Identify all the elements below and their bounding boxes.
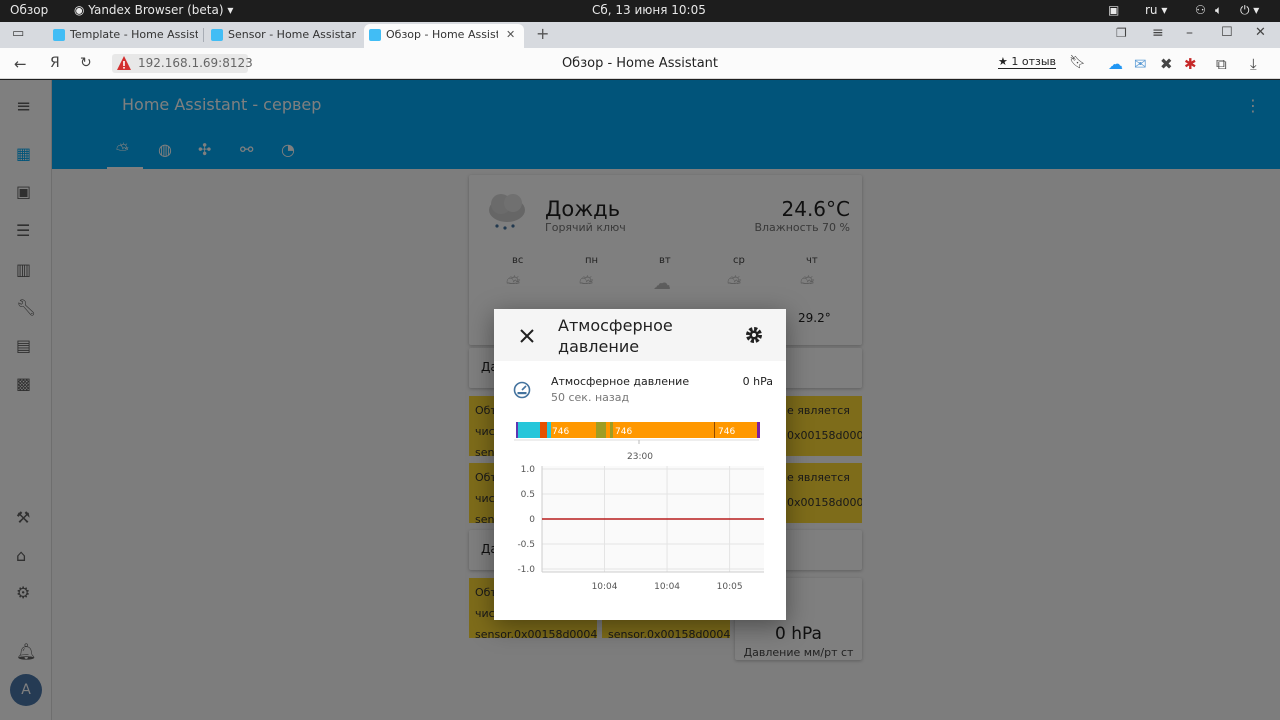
reviews-link[interactable]: ★ 1 отзыв [998,55,1057,69]
app-name: Yandex Browser (beta) [88,3,224,17]
new-tab-icon[interactable]: + [536,24,549,43]
translate-icon[interactable]: ⧉ [1216,55,1227,73]
bug-extension-icon[interactable]: ✱ [1184,55,1197,73]
activities-button[interactable]: Обзор [10,3,48,17]
dialog-header: Атмосферное давление [494,309,786,361]
network-icon[interactable]: ⚇ [1195,3,1206,17]
maximize-icon[interactable]: ☐ [1221,25,1233,40]
more-info-dialog: Атмосферное давление Атмосферное давлени… [494,309,786,620]
tray-app-icon[interactable]: ▣ [1108,3,1119,17]
history-line-chart[interactable]: 1.0 0.5 0 -0.5 -1.0 10:04 10:04 10:05 [494,409,786,599]
chevron-down-icon: ▾ [223,3,234,17]
volume-icon[interactable]: 🔈︎ [1215,3,1222,18]
minimize-icon[interactable]: – [1186,25,1193,41]
tab-overview[interactable]: Обзор - Home Assistant ✕ [364,24,524,48]
download-icon[interactable]: ⤓ [1250,55,1257,73]
close-window-icon[interactable]: ✕ [1255,25,1266,40]
tab-list-icon[interactable]: ▭ [12,26,24,41]
address-bar: ← Я ↻ 192.168.1.69:8123 Обзор - Home Ass… [0,48,1280,79]
close-icon[interactable] [517,326,537,346]
gauge-icon [513,381,531,399]
mail-extension-icon[interactable]: ✉︎ [1134,55,1147,73]
power-icon[interactable]: ⏻ ▾ [1240,3,1259,18]
y-tick-label: -1.0 [517,565,535,575]
bookmark-icon[interactable]: 🔖︎ [1069,55,1086,70]
page-title: Обзор - Home Assistant [561,56,719,71]
collections-icon[interactable]: ❐ [1116,26,1127,40]
y-tick-label: 1.0 [521,465,536,475]
os-top-bar: Обзор ◉ Yandex Browser (beta) ▾ Сб, 13 и… [0,0,1280,22]
home-assistant-favicon-icon [369,29,381,41]
menu-icon[interactable]: ≡ [1152,25,1164,41]
dialog-title: Атмосферное давление [558,316,673,356]
clock[interactable]: Сб, 13 июня 10:05 [592,3,706,17]
home-assistant-favicon-icon [211,29,223,41]
entity-state: 0 hPa [742,375,773,388]
cloud-extension-icon[interactable]: ☁︎ [1108,55,1123,73]
tab-sensor[interactable]: Sensor - Home Assistant [206,24,356,48]
y-tick-label: 0.5 [521,490,535,500]
y-tick-label: 0 [529,515,535,525]
x-tick-label: 10:05 [717,582,743,592]
app-menu[interactable]: ◉ Yandex Browser (beta) ▾ [74,3,233,17]
settings-gear-icon[interactable] [744,325,764,345]
close-tab-icon[interactable]: ✕ [506,24,515,46]
y-tick-label: -0.5 [517,540,535,550]
x-tick-label: 10:04 [654,582,680,592]
last-changed: 50 сек. назад [551,391,630,404]
language-indicator[interactable]: ru ▾ [1145,3,1167,17]
home-assistant-favicon-icon [53,29,65,41]
entity-name: Атмосферное давление [551,375,690,388]
x-tick-label: 10:04 [592,582,618,592]
browser-tab-strip: ▭ Template - Home Assistant Sensor - Hom… [0,22,1280,48]
yandex-app-icon: ◉ [74,3,89,17]
tab-template[interactable]: Template - Home Assistant [48,24,198,48]
puzzle-extension-icon[interactable]: ✖ [1160,55,1173,73]
